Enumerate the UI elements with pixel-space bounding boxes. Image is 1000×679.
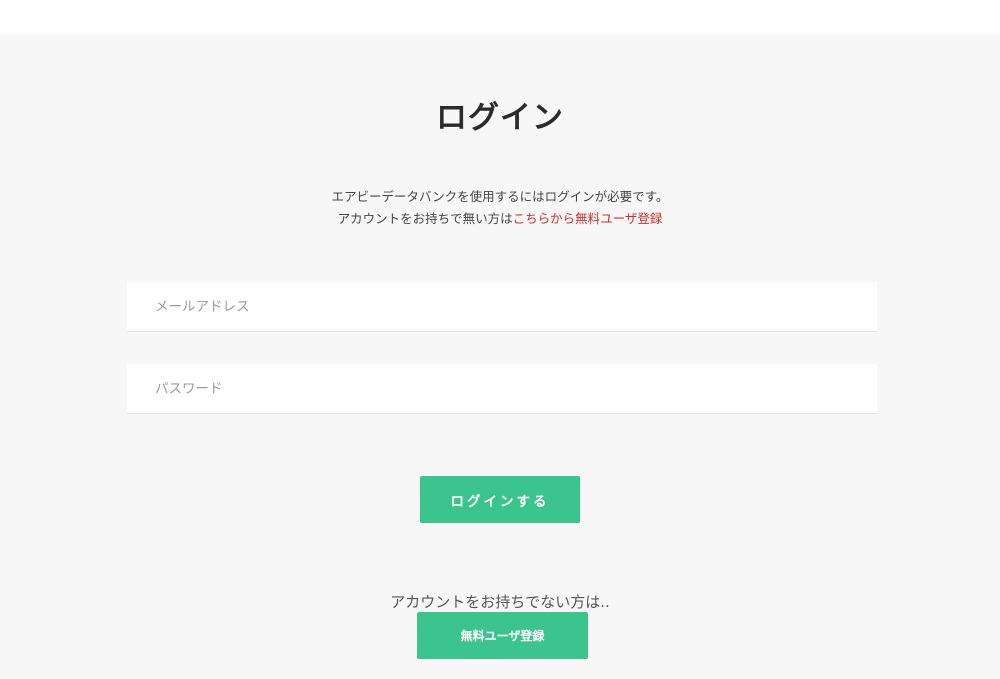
- intro-line-2-prefix: アカウントをお持ちで無い方は: [337, 211, 513, 226]
- login-button[interactable]: ログインする: [420, 476, 580, 523]
- login-page: ログイン エアビーデータバンクを使用するにはログインが必要です。 アカウントをお…: [0, 34, 1000, 679]
- intro-line-1: エアビーデータバンクを使用するにはログインが必要です。: [331, 189, 669, 204]
- no-account-prompt: アカウントをお持ちでない方は..: [390, 593, 610, 611]
- intro-line-2: アカウントをお持ちで無い方はこちらから無料ユーザ登録: [0, 208, 1000, 230]
- register-link[interactable]: こちらから無料ユーザ登録: [513, 211, 663, 226]
- email-field[interactable]: [127, 282, 877, 332]
- intro-text: エアビーデータバンクを使用するにはログインが必要です。 アカウントをお持ちで無い…: [0, 186, 1000, 230]
- register-button[interactable]: 無料ユーザ登録: [417, 612, 588, 659]
- top-bar: [0, 0, 1000, 34]
- password-field[interactable]: [127, 364, 877, 414]
- page-title: ログイン: [436, 100, 564, 136]
